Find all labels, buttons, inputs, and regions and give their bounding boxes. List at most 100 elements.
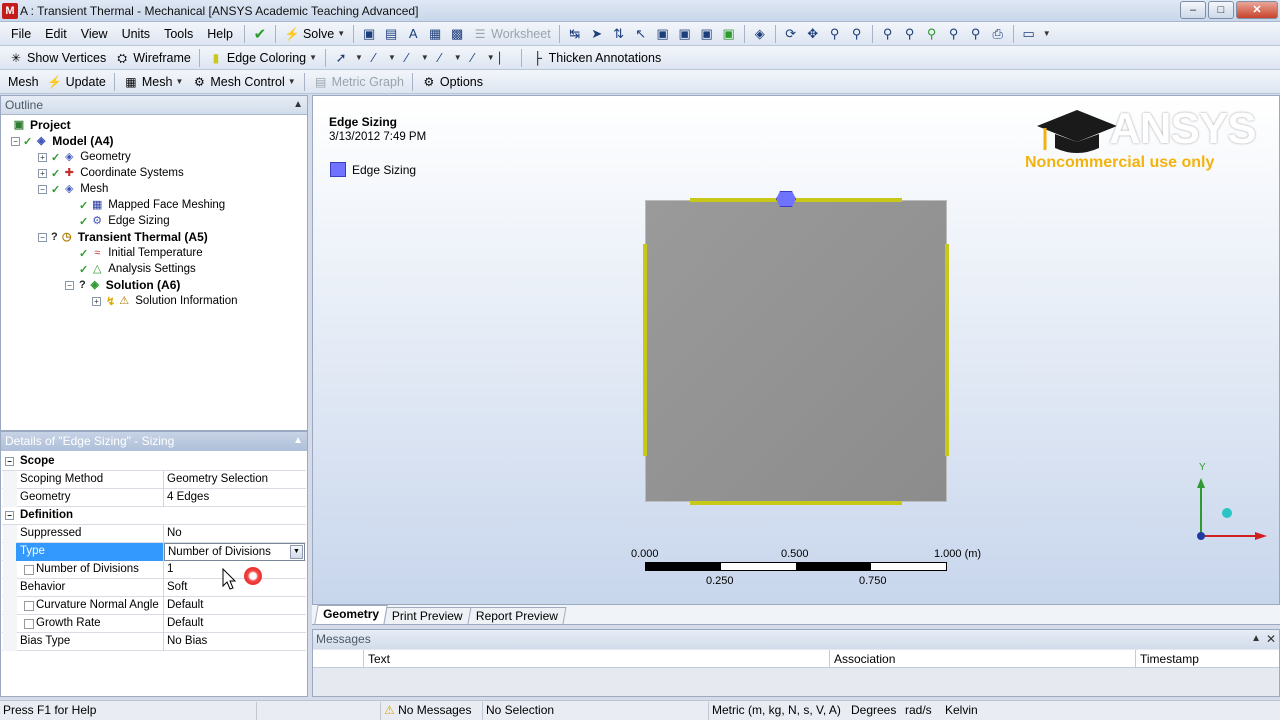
tree-item-analysis-settings[interactable]: ✓ △ Analysis Settings: [79, 261, 196, 277]
edge-coloring-button[interactable]: ▮ Edge Coloring ▼: [204, 48, 321, 68]
previous-view-icon[interactable]: ⚲: [943, 24, 965, 44]
column-association[interactable]: Association: [829, 650, 1135, 668]
menu-help[interactable]: Help: [200, 27, 240, 41]
edge-display-3-icon[interactable]: ∕: [429, 48, 451, 68]
show-vertices-button[interactable]: ✳ Show Vertices: [4, 48, 110, 68]
expand-transient-thermal-icon[interactable]: −: [38, 233, 47, 242]
edge-display-2-icon[interactable]: ∕: [396, 48, 418, 68]
expand-coordinate-systems-icon[interactable]: +: [38, 169, 47, 178]
worksheet-button[interactable]: ☰ Worksheet: [468, 24, 555, 44]
chevron-down-icon[interactable]: ▼: [290, 544, 303, 559]
collapse-scope-icon[interactable]: −: [5, 457, 14, 466]
expand-mesh-icon[interactable]: −: [38, 185, 47, 194]
xy-icon[interactable]: ⇅: [608, 24, 630, 44]
menu-tools[interactable]: Tools: [157, 27, 200, 41]
pointer-icon[interactable]: ➤: [586, 24, 608, 44]
worksheet-icon[interactable]: ▩: [446, 24, 468, 44]
update-button[interactable]: ⚡ Update: [43, 72, 110, 92]
label-icon[interactable]: ▤: [380, 24, 402, 44]
status-angle[interactable]: Degrees: [848, 702, 896, 720]
wireframe-button[interactable]: ⛭ Wireframe: [110, 48, 195, 68]
messages-close-icon[interactable]: ✕: [1266, 630, 1276, 648]
expand-geometry-icon[interactable]: +: [38, 153, 47, 162]
row-behavior[interactable]: Behavior Soft: [2, 578, 306, 597]
row-curvature-normal-angle[interactable]: Curvature Normal Angle Default: [2, 596, 306, 615]
tree-item-mapped-face-meshing[interactable]: ✓ ▦ Mapped Face Meshing: [79, 197, 225, 213]
tab-print-preview[interactable]: Print Preview: [383, 607, 472, 624]
tree-item-project[interactable]: ▣ Project: [11, 117, 71, 133]
mesh-dropdown-button[interactable]: ▦ Mesh ▼: [119, 72, 188, 92]
pin-icon[interactable]: ▲: [293, 96, 303, 114]
mechanical-app-icon[interactable]: M: [2, 3, 18, 19]
tab-geometry[interactable]: Geometry: [314, 605, 388, 624]
left-edge[interactable]: [643, 244, 647, 456]
solve-button[interactable]: ⚡ Solve ▼: [280, 24, 349, 44]
status-units[interactable]: Metric (m, kg, N, s, V, A): [708, 702, 841, 720]
expand-solution-icon[interactable]: −: [65, 281, 74, 290]
select-mode-icon[interactable]: ↹: [564, 24, 586, 44]
tree-item-coordinate-systems[interactable]: ✓ ✚ Coordinate Systems: [51, 165, 184, 181]
minimize-button[interactable]: –: [1180, 1, 1206, 19]
type-select[interactable]: Number of Divisions ▼: [164, 542, 305, 561]
metric-graph-button[interactable]: ▤ Metric Graph: [309, 72, 408, 92]
coordinate-triad[interactable]: Y: [1183, 462, 1273, 546]
maximize-button[interactable]: □: [1208, 1, 1234, 19]
zoom-icon[interactable]: ⚲: [824, 24, 846, 44]
menu-edit[interactable]: Edit: [38, 27, 74, 41]
pan-icon[interactable]: ✥: [802, 24, 824, 44]
select-face-icon[interactable]: ▣: [696, 24, 718, 44]
rotate-icon[interactable]: ⟳: [780, 24, 802, 44]
text-annotation-icon[interactable]: ▣: [358, 24, 380, 44]
tree-item-solution-information[interactable]: ↯ ⚠ Solution Information: [106, 293, 238, 309]
select-vertex-icon[interactable]: ▣: [652, 24, 674, 44]
row-type[interactable]: Type Number of Divisions ▼: [2, 542, 306, 561]
thicken-annotations-button[interactable]: ├ Thicken Annotations: [526, 48, 666, 68]
row-scoping-method[interactable]: Scoping Method Geometry Selection: [2, 470, 306, 489]
column-timestamp[interactable]: Timestamp: [1135, 650, 1279, 668]
tree-item-solution[interactable]: ? ◈ Solution (A6): [79, 277, 180, 293]
edge-thickness-icon[interactable]: ⎸: [495, 48, 517, 68]
tree-item-mesh[interactable]: ✓ ◈ Mesh: [51, 181, 108, 197]
details-pin-icon[interactable]: ▲: [293, 432, 303, 450]
zoom-fit-icon[interactable]: ⚲: [877, 24, 899, 44]
edge-display-1-icon[interactable]: ∕: [363, 48, 385, 68]
print-icon[interactable]: ⎙: [987, 24, 1009, 44]
tree-item-initial-temperature[interactable]: ✓ ≈ Initial Temperature: [79, 245, 203, 261]
expand-model-icon[interactable]: −: [11, 137, 20, 146]
magnifier-icon[interactable]: ⚲: [921, 24, 943, 44]
edge-sizing-annotation-icon[interactable]: [776, 191, 796, 207]
select-body-icon[interactable]: ▣: [718, 24, 740, 44]
status-messages[interactable]: ⚠ No Messages: [380, 702, 471, 720]
tab-report-preview[interactable]: Report Preview: [467, 607, 567, 624]
row-bias-type[interactable]: Bias Type No Bias: [2, 632, 306, 651]
edge-display-icon[interactable]: ➚: [330, 48, 352, 68]
zoom-to-fit-icon[interactable]: ⚲: [899, 24, 921, 44]
tree-item-transient-thermal[interactable]: ? ◷ Transient Thermal (A5): [51, 229, 208, 245]
messages-pin-icon[interactable]: ▲: [1251, 630, 1261, 648]
mesh-control-button[interactable]: ⚙ Mesh Control ▼: [187, 72, 299, 92]
next-view-icon[interactable]: ⚲: [965, 24, 987, 44]
checkmark-icon[interactable]: ✔: [249, 24, 271, 44]
top-edge[interactable]: [690, 198, 902, 202]
model-geometry[interactable]: [645, 200, 947, 502]
cursor-select-icon[interactable]: ↖: [630, 24, 652, 44]
menu-units[interactable]: Units: [115, 27, 157, 41]
tree-item-geometry[interactable]: ✓ ◈ Geometry: [51, 149, 131, 165]
viewports-icon[interactable]: ▭: [1018, 24, 1040, 44]
section-scope[interactable]: − Scope: [2, 453, 306, 471]
row-suppressed[interactable]: Suppressed No: [2, 524, 306, 543]
tree-item-edge-sizing[interactable]: ✓ ⚙ Edge Sizing: [79, 213, 170, 229]
row-geometry[interactable]: Geometry 4 Edges: [2, 488, 306, 507]
text-icon[interactable]: A: [402, 24, 424, 44]
options-button[interactable]: ⚙ Options: [417, 72, 487, 92]
extend-selection-icon[interactable]: ◈: [749, 24, 771, 44]
column-text[interactable]: Text: [363, 650, 829, 668]
collapse-definition-icon[interactable]: −: [5, 511, 14, 520]
section-definition[interactable]: − Definition: [2, 507, 306, 525]
status-temperature[interactable]: Kelvin: [942, 702, 978, 720]
row-growth-rate[interactable]: Growth Rate Default: [2, 614, 306, 633]
status-rate[interactable]: rad/s: [902, 702, 932, 720]
menu-file[interactable]: File: [4, 27, 38, 41]
right-edge[interactable]: [945, 244, 949, 456]
close-button[interactable]: ✕: [1236, 1, 1278, 19]
